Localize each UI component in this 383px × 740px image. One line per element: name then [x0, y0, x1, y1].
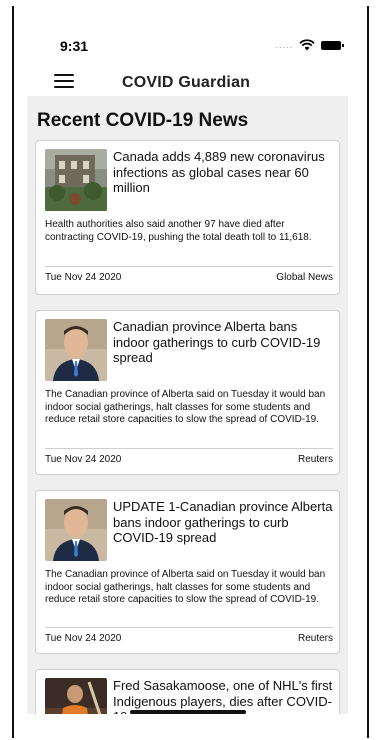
- news-summary: The Canadian province of Alberta said on…: [45, 569, 326, 605]
- news-thumbnail: [45, 499, 107, 561]
- section-title: Recent COVID-19 News: [37, 110, 249, 131]
- news-date: Tue Nov 24 2020: [45, 272, 122, 283]
- signal-dots-icon: .....: [275, 40, 293, 50]
- news-headline[interactable]: Fred Sasakamoose, one of NHL's first Ind…: [113, 678, 333, 714]
- news-source: Global News: [276, 272, 333, 283]
- status-icons: .....: [275, 39, 344, 51]
- news-feed[interactable]: Recent COVID-19 News Canada adds 4,889 n…: [27, 96, 348, 714]
- news-thumbnail: [45, 319, 107, 381]
- news-headline[interactable]: Canada adds 4,889 new coronavirus infect…: [113, 149, 333, 196]
- news-headline[interactable]: Canadian province Alberta bans indoor ga…: [113, 319, 333, 366]
- battery-icon: [321, 40, 344, 50]
- card-divider: [45, 627, 333, 628]
- news-date: Tue Nov 24 2020: [45, 454, 122, 465]
- app-title: COVID Guardian: [122, 74, 251, 91]
- news-thumbnail: [45, 149, 107, 211]
- wifi-icon: [299, 39, 315, 51]
- news-summary: Health authorities also said another 97 …: [45, 219, 312, 243]
- news-card[interactable]: UPDATE 1-Canadian province Alberta bans …: [35, 490, 340, 654]
- news-headline[interactable]: UPDATE 1-Canadian province Alberta bans …: [113, 499, 333, 546]
- card-divider: [45, 266, 333, 267]
- card-divider: [45, 448, 333, 449]
- news-source: Reuters: [297, 633, 333, 644]
- news-summary: The Canadian province of Alberta said on…: [45, 389, 326, 425]
- phone-screen: 9:31 ..... COVID Guardian Recent COVID-1…: [12, 6, 369, 738]
- home-indicator[interactable]: [130, 710, 246, 714]
- news-card[interactable]: Fred Sasakamoose, one of NHL's first Ind…: [35, 669, 340, 714]
- app-bar: COVID Guardian: [14, 64, 367, 100]
- hamburger-menu-icon[interactable]: [54, 74, 74, 90]
- news-source: Reuters: [297, 454, 333, 465]
- news-card[interactable]: Canada adds 4,889 new coronavirus infect…: [35, 140, 340, 295]
- news-date: Tue Nov 24 2020: [45, 633, 122, 644]
- status-time: 9:31: [60, 38, 89, 54]
- news-card[interactable]: Canadian province Alberta bans indoor ga…: [35, 310, 340, 475]
- news-thumbnail: [45, 678, 107, 714]
